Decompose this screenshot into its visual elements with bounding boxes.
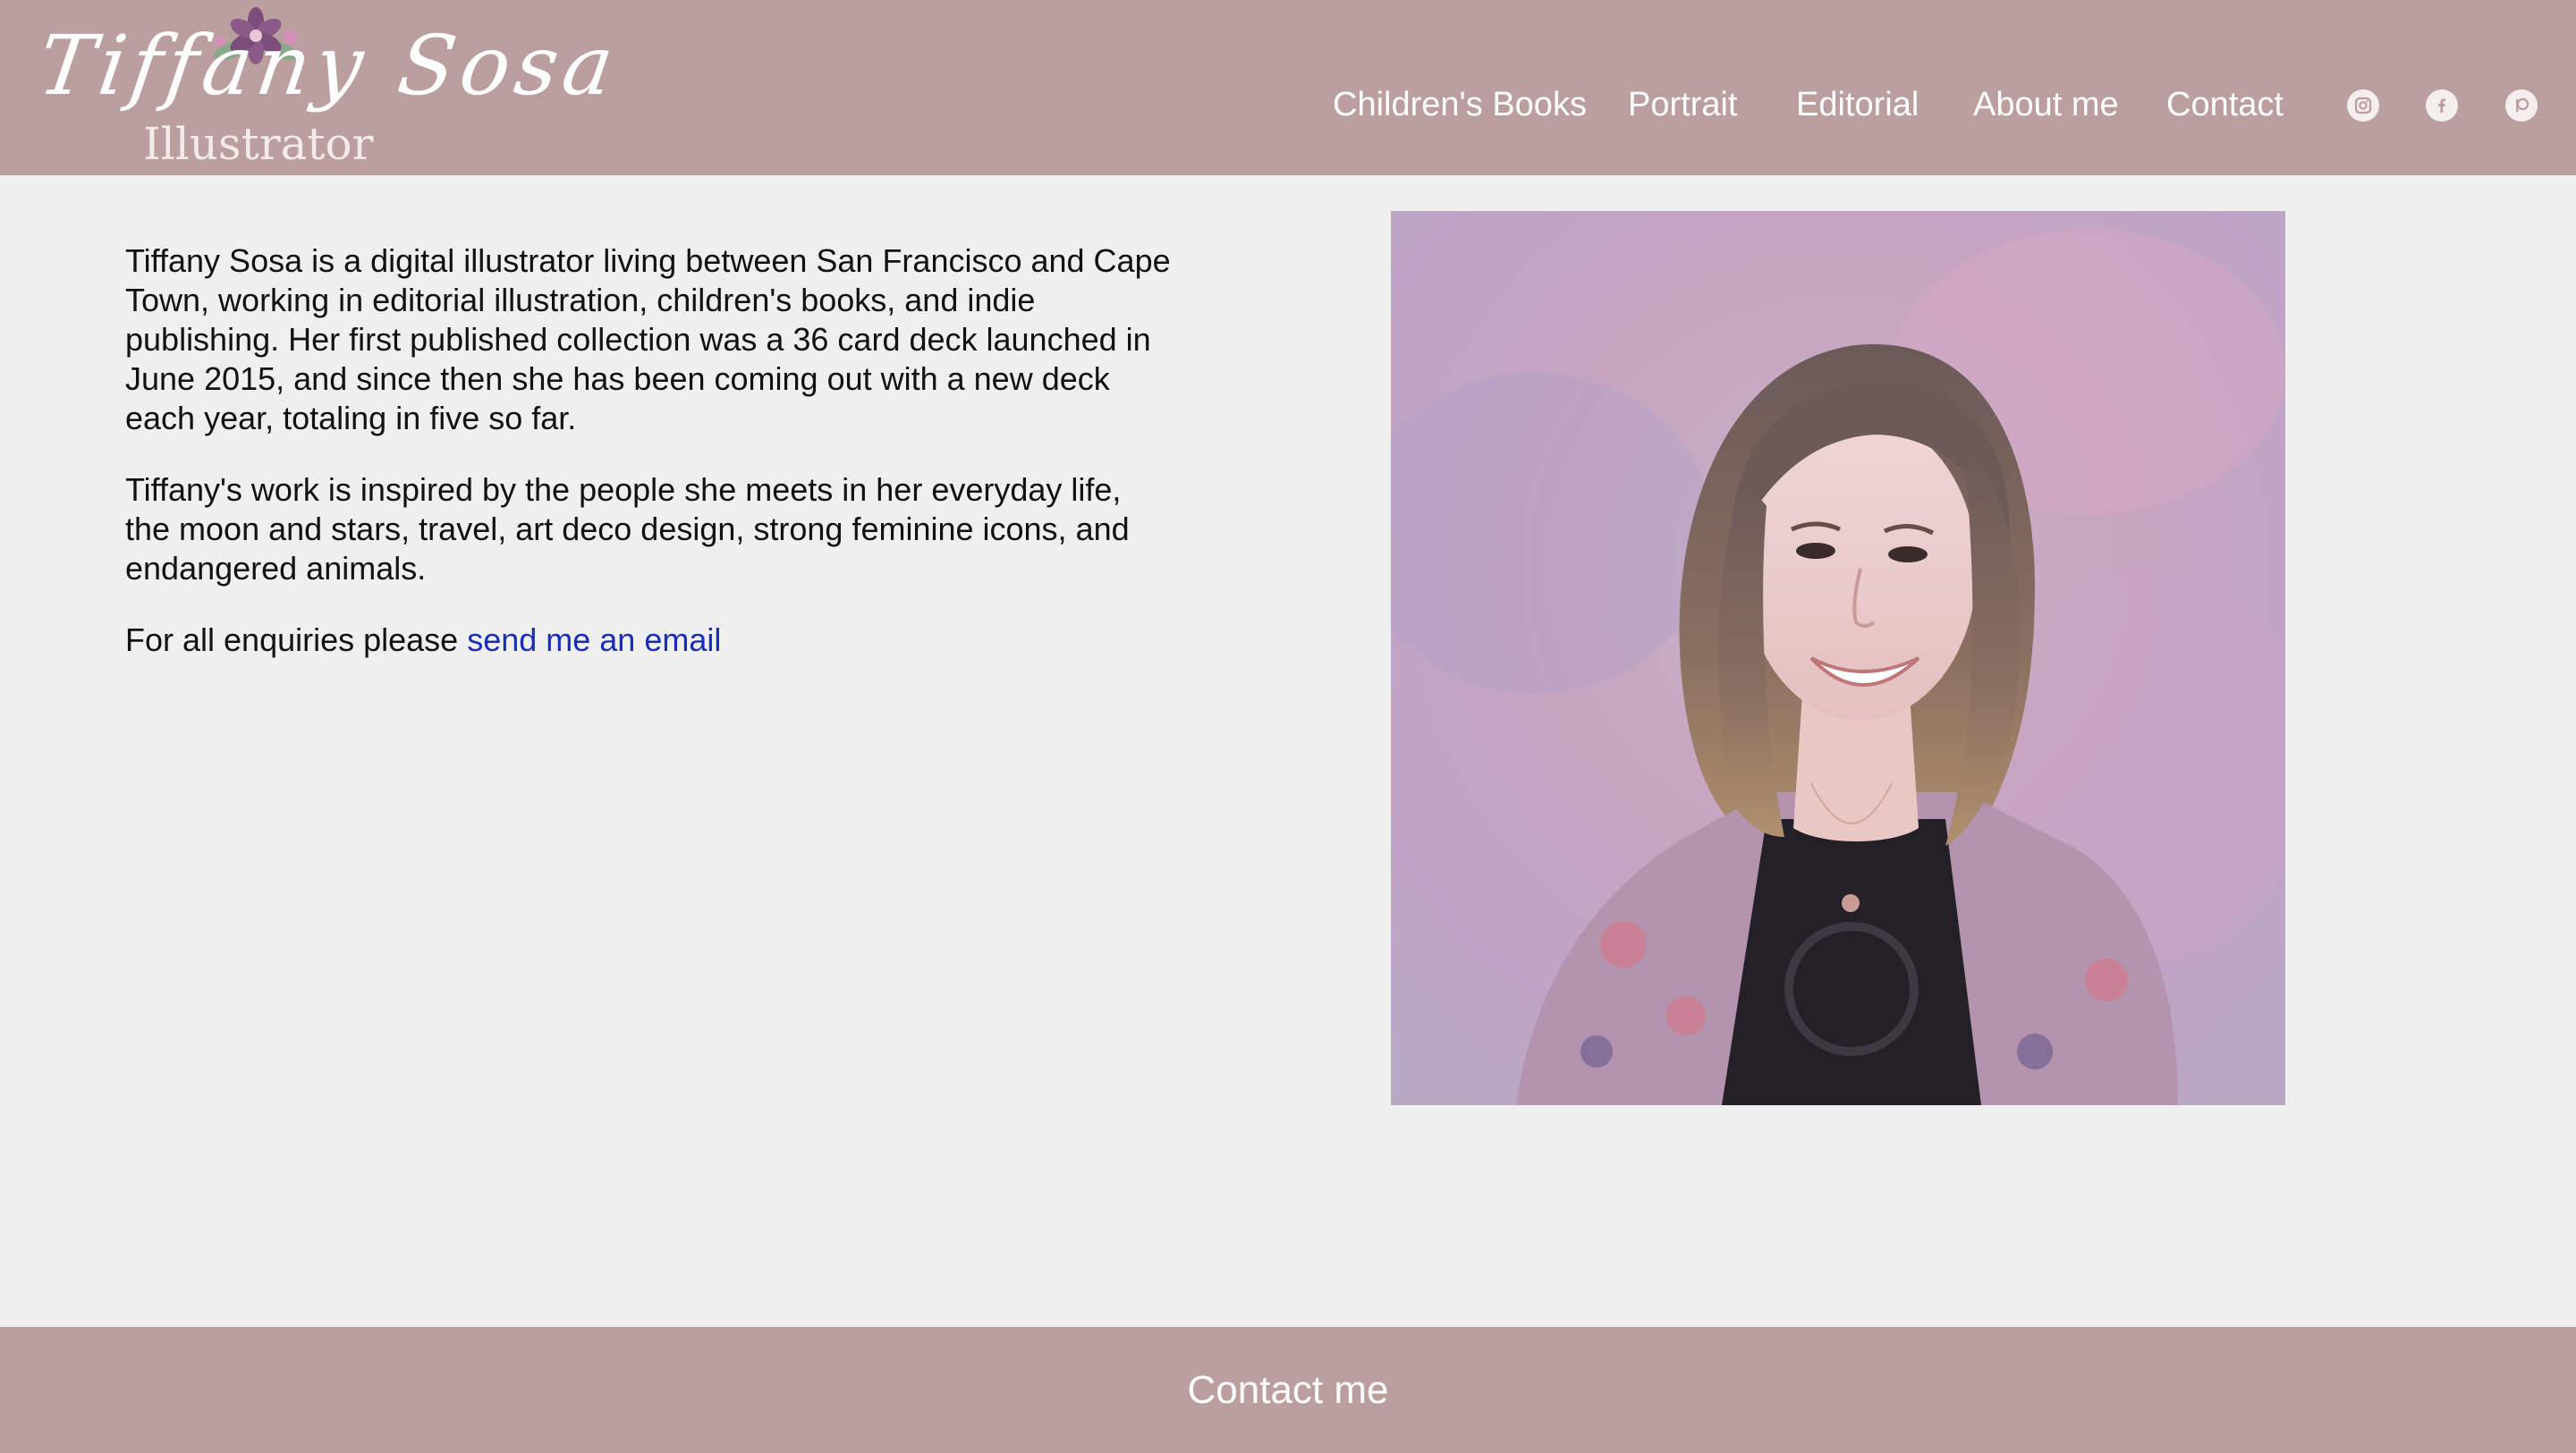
facebook-icon[interactable]: [2426, 89, 2458, 122]
logo-name: Tiffany Sosa: [32, 18, 625, 114]
bio-paragraph-2: Tiffany's work is inspired by the people…: [125, 471, 1130, 587]
enquiry-line: For all enquiries please send me an emai…: [125, 621, 1172, 660]
nav-editorial[interactable]: Editorial: [1796, 82, 1919, 127]
email-link[interactable]: send me an email: [467, 621, 721, 658]
nav-contact[interactable]: Contact: [2166, 82, 2284, 127]
patreon-icon[interactable]: [2505, 89, 2538, 122]
portrait-photo: [1391, 211, 2285, 1105]
enquiry-prefix: For all enquiries please: [125, 621, 468, 658]
instagram-icon[interactable]: [2347, 89, 2379, 122]
logo-subtitle: Illustrator: [143, 118, 374, 170]
bio-paragraph-1: Tiffany Sosa is a digital illustrator li…: [125, 242, 1171, 436]
site-footer: Contact me: [0, 1327, 2576, 1453]
site-header: Tiffany Sosa Illustrator Children's Book…: [0, 0, 2576, 175]
nav-childrens-books[interactable]: Children's Books: [1333, 82, 1587, 127]
site-logo[interactable]: Tiffany Sosa Illustrator: [32, 5, 624, 172]
contact-me-link[interactable]: Contact me: [1188, 1368, 1389, 1413]
bio-section: Tiffany Sosa is a digital illustrator li…: [125, 241, 1172, 692]
nav-about-me[interactable]: About me: [1973, 82, 2119, 127]
nav-portrait[interactable]: Portrait: [1628, 82, 1737, 127]
